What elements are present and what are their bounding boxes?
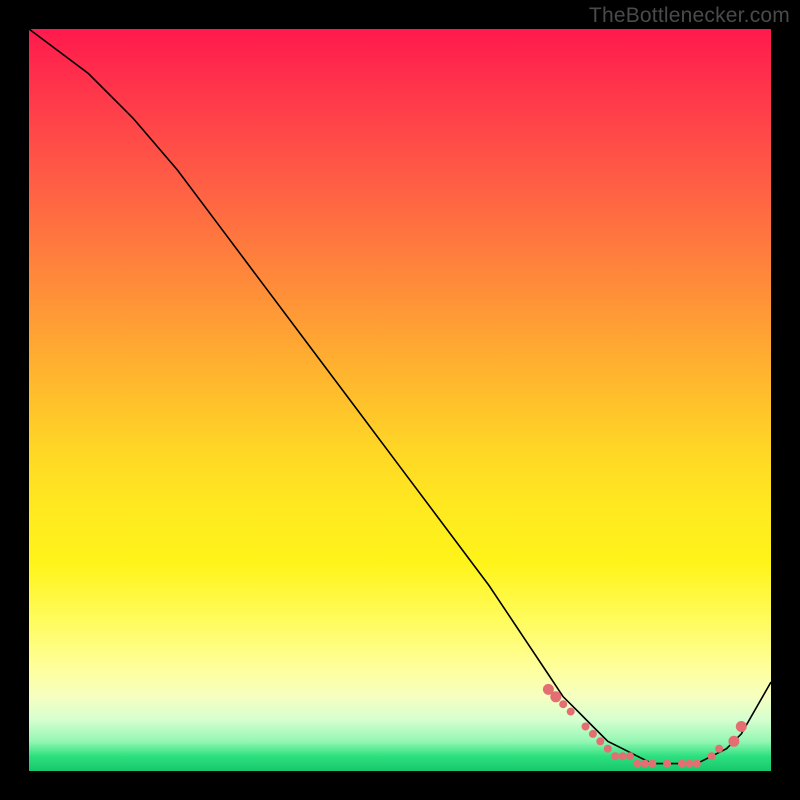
chart-area	[29, 29, 771, 771]
data-point	[693, 760, 701, 768]
data-point	[596, 737, 604, 745]
data-point	[626, 752, 634, 760]
data-point	[678, 760, 686, 768]
data-point	[715, 745, 723, 753]
data-point	[736, 721, 747, 732]
data-point	[611, 752, 619, 760]
chart-overlay-svg	[29, 29, 771, 771]
data-point	[648, 760, 656, 768]
data-point	[604, 745, 612, 753]
data-point	[728, 736, 739, 747]
bottleneck-curve	[29, 29, 771, 764]
data-point	[619, 752, 627, 760]
data-point	[582, 723, 590, 731]
data-point	[708, 752, 716, 760]
data-point	[633, 760, 641, 768]
data-point	[559, 700, 567, 708]
data-point	[641, 760, 649, 768]
data-point	[663, 760, 671, 768]
data-points-group	[543, 684, 747, 768]
data-point	[567, 708, 575, 716]
data-point	[685, 760, 693, 768]
data-point	[550, 691, 561, 702]
watermark-label: TheBottlenecker.com	[589, 4, 790, 28]
data-point	[589, 730, 597, 738]
